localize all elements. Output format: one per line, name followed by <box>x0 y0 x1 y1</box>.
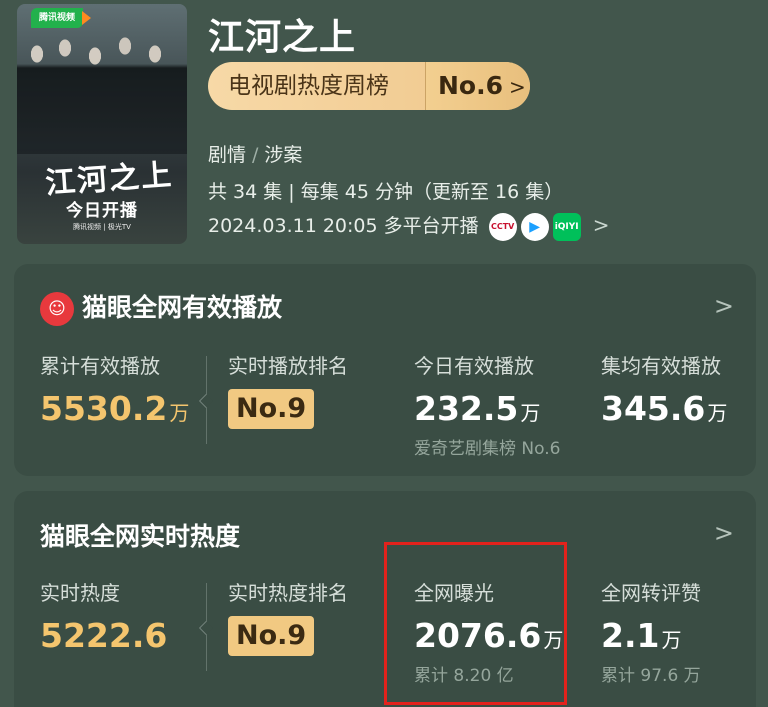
realtime-play-rank-stat: 实时播放排名 No.9 <box>228 350 348 429</box>
today-play-value: 232.5 <box>414 389 519 428</box>
rank-label: 电视剧热度周榜 <box>228 73 389 99</box>
cumulative-play-unit: 万 <box>169 401 190 425</box>
tencent-video-logo-icon: ▶ <box>520 212 549 241</box>
exposure-highlight-box <box>384 542 567 705</box>
heat-rank-stat: 实时热度排名 No.9 <box>228 577 348 656</box>
iqiyi-logo-icon: iQIYI <box>552 212 581 241</box>
tencent-video-badge: 腾讯视频 <box>31 8 92 28</box>
engagement-unit: 万 <box>661 628 682 652</box>
realtime-heat-label: 实时热度 <box>40 581 120 605</box>
heat-rank-label: 实时热度排名 <box>228 581 348 605</box>
playback-card[interactable]: ☺ 猫眼全网有效播放 > 累计有效播放 5530.2 万 实时播放排名 No.9 今… <box>14 264 756 476</box>
today-play-stat: 今日有效播放 232.5 万 爱奇艺剧集榜 No.6 <box>414 350 560 459</box>
genre-line: 剧情 / 涉案 <box>208 140 302 167</box>
cctv-logo-icon: CCTV <box>488 212 517 241</box>
avg-play-label: 集均有效播放 <box>601 354 721 378</box>
rank-value-cell: No.6 > <box>425 62 530 110</box>
playback-card-title: 猫眼全网有效播放 <box>82 293 283 322</box>
poster-cast-image <box>17 34 187 154</box>
chevron-right-icon[interactable]: > <box>714 519 734 547</box>
premiere-info: 2024.03.11 20:05 多平台开播 <box>208 215 479 237</box>
drama-title: 江河之上 <box>208 17 357 58</box>
premiere-line[interactable]: 2024.03.11 20:05 多平台开播 CCTV ▶ iQIYI > <box>208 211 609 241</box>
genre-separator: / <box>252 144 259 166</box>
maoyan-cat-icon: ☺ <box>40 292 74 326</box>
chevron-right-icon: > <box>592 213 610 237</box>
avg-play-unit: 万 <box>707 401 728 425</box>
engagement-value-row: 2.1 万 <box>601 616 701 655</box>
heat-card-title: 猫眼全网实时热度 <box>40 522 241 551</box>
weekly-rank-pill[interactable]: 电视剧热度周榜 No.6 > <box>208 62 530 110</box>
chevron-right-icon[interactable]: > <box>714 292 734 320</box>
today-play-sub: 爱奇艺剧集榜 No.6 <box>414 439 561 459</box>
realtime-play-rank-value: No.9 <box>228 389 315 429</box>
chevron-right-icon: > <box>509 75 526 99</box>
engagement-stat: 全网转评赞 2.1 万 累计 97.6 万 <box>601 577 701 686</box>
realtime-play-rank-label: 实时播放排名 <box>228 354 348 378</box>
poster-logos: 腾讯视频 | 极光TV <box>73 223 131 231</box>
poster-subtitle: 今日开播 <box>66 201 138 221</box>
engagement-sub: 累计 97.6 万 <box>601 666 701 686</box>
genre-crime: 涉案 <box>264 144 303 166</box>
cumulative-play-label: 累计有效播放 <box>40 354 160 378</box>
platform-logos: CCTV ▶ iQIYI <box>488 212 581 241</box>
rank-value: No.6 <box>438 71 503 100</box>
divider <box>206 583 207 671</box>
engagement-value: 2.1 <box>601 616 660 655</box>
episode-info: 共 34 集 | 每集 45 分钟（更新至 16 集） <box>208 181 564 203</box>
realtime-heat-value: 5222.6 <box>40 616 168 655</box>
heat-rank-value: No.9 <box>228 616 315 656</box>
today-play-label: 今日有效播放 <box>414 354 534 378</box>
drama-poster[interactable]: 腾讯视频 江河之上 今日开播 腾讯视频 | 极光TV <box>17 4 187 244</box>
playback-card-title-row: ☺ 猫眼全网有效播放 <box>40 288 282 326</box>
cumulative-play-stat: 累计有效播放 5530.2 万 <box>40 350 189 428</box>
cumulative-play-value-row: 5530.2 万 <box>40 389 189 428</box>
engagement-label: 全网转评赞 <box>601 581 701 605</box>
today-play-unit: 万 <box>520 401 541 425</box>
divider <box>206 356 207 444</box>
cumulative-play-value: 5530.2 <box>40 389 168 428</box>
genre-drama: 剧情 <box>208 144 247 166</box>
poster-title: 江河之上 <box>44 157 175 202</box>
avg-play-value: 345.6 <box>601 389 706 428</box>
today-play-value-row: 232.5 万 <box>414 389 560 428</box>
realtime-heat-stat: 实时热度 5222.6 <box>40 577 167 655</box>
avg-play-stat: 集均有效播放 345.6 万 <box>601 350 727 428</box>
avg-play-value-row: 345.6 万 <box>601 389 727 428</box>
